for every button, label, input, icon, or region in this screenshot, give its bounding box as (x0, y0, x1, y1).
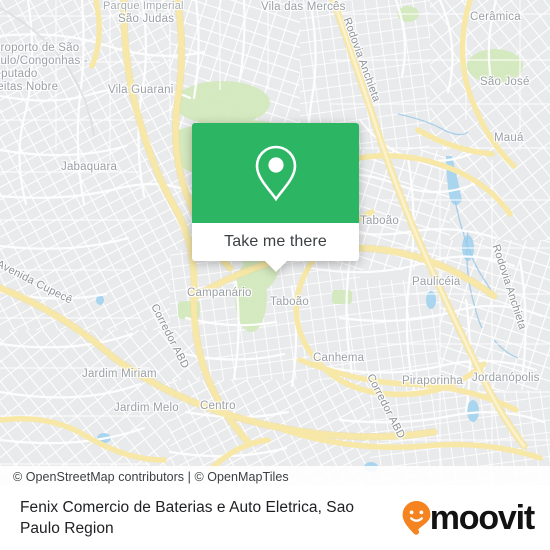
map-pin-icon (255, 145, 296, 202)
destination-popup[interactable]: Take me there (192, 123, 359, 272)
moovit-logo[interactable]: moovit (401, 498, 535, 537)
moovit-smiley-pin-icon (402, 500, 431, 535)
page-title: Fenix Comercio de Baterias e Auto Eletri… (20, 498, 355, 537)
take-me-there-label: Take me there (224, 233, 327, 250)
page-footer: Fenix Comercio de Baterias e Auto Eletri… (0, 485, 550, 550)
moovit-wordmark: moovit (429, 498, 535, 537)
popup-header (192, 123, 359, 223)
map-attribution-text[interactable]: © OpenStreetMap contributors | © OpenMap… (0, 470, 289, 484)
map-attribution-bar: © OpenStreetMap contributors | © OpenMap… (0, 466, 550, 485)
popup-tail (264, 261, 287, 272)
map-canvas[interactable]: Parque Imperial São Judas Vila das Mercê… (0, 0, 550, 485)
take-me-there-button[interactable]: Take me there (192, 223, 359, 272)
map-page: Parque Imperial São Judas Vila das Mercê… (0, 0, 550, 550)
